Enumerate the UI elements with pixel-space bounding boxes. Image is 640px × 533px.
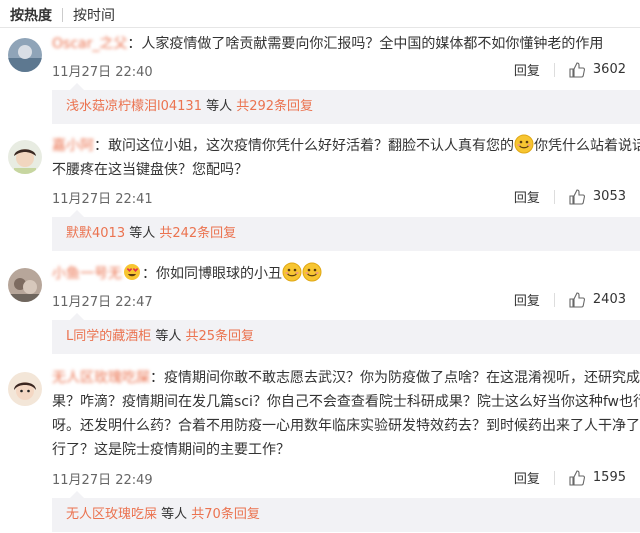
- comment-text-line: 不腰疼在这当键盘侠？您配吗？: [52, 162, 248, 178]
- thumb-up-icon[interactable]: [569, 188, 585, 205]
- action-divider: [553, 189, 555, 204]
- replies-box[interactable]: 浅水菇凉柠檬泪l04131 等人 共292条回复: [52, 83, 640, 124]
- replies-box[interactable]: 默默4013 等人 共242条回复: [52, 210, 640, 251]
- reply-button[interactable]: 回复: [514, 290, 540, 309]
- comment-text-line: 果？咋滴？疫情期间在发几篇sci？你自己不会查查看院士科研成果？院士这么好当你这…: [52, 394, 640, 410]
- thumb-up-icon[interactable]: [569, 61, 585, 78]
- comment-text: 无人区玫瑰吃屎：疫情期间你敢不敢志愿去武汉？你为防疫做了点啥？在这混淆视听，还研…: [52, 370, 640, 386]
- tab-hot[interactable]: 按热度: [10, 5, 52, 25]
- reply-user-link[interactable]: L同学的藏酒柜: [66, 329, 151, 344]
- tabs-divider: [0, 27, 640, 28]
- reply-user-link[interactable]: 无人区玫瑰吃屎: [66, 507, 157, 522]
- smiley-emoji-icon: [514, 134, 534, 154]
- timestamp: 11月27日 22:47: [52, 295, 153, 310]
- thumb-up-icon[interactable]: [569, 469, 585, 486]
- like-count: 3602: [592, 62, 626, 77]
- replies-count-link[interactable]: 共242条回复: [159, 226, 236, 241]
- timestamp: 11月27日 22:49: [52, 473, 153, 488]
- avatar[interactable]: [8, 140, 42, 174]
- comment-actions: 回复 2403: [514, 290, 626, 309]
- avatar-image: [8, 372, 42, 406]
- username[interactable]: 小鱼一号无: [52, 266, 122, 282]
- timestamp: 11月27日 22:40: [52, 65, 153, 80]
- comment-actions: 回复 1595: [514, 468, 626, 487]
- thumb-up-icon[interactable]: [569, 291, 585, 308]
- avatar-image: [8, 268, 42, 302]
- like-count: 2403: [592, 292, 626, 307]
- reply-button[interactable]: 回复: [514, 187, 540, 206]
- avatar-image: [8, 38, 42, 72]
- avatar[interactable]: [8, 38, 42, 72]
- smiley-emoji-icon: [282, 262, 302, 282]
- heart-eyes-emoji-icon: [124, 264, 140, 280]
- action-divider: [553, 292, 555, 307]
- reply-button[interactable]: 回复: [514, 60, 540, 79]
- action-divider: [553, 62, 555, 77]
- tab-time[interactable]: 按时间: [73, 5, 115, 25]
- action-divider: [553, 470, 555, 485]
- comment-text-line: 行了？这是院士疫情期间的主要工作？: [52, 442, 290, 458]
- replies-count-link[interactable]: 共70条回复: [191, 507, 260, 522]
- timestamp: 11月27日 22:41: [52, 192, 153, 207]
- avatar[interactable]: [8, 372, 42, 406]
- comment-text: 嘉小阿：敢问这位小姐，这次疫情你凭什么好好活着？翻脸不认人真有您的 你凭什么站着说…: [52, 134, 640, 158]
- replies-count-link[interactable]: 共292条回复: [236, 99, 313, 114]
- username[interactable]: 无人区玫瑰吃屎: [52, 370, 150, 386]
- comment-text-line: 呀。还发明什么药？合着不用防疫一心用数年临床实验研发特效药去？到时候药出来了人干…: [52, 418, 640, 434]
- like-count: 1595: [592, 470, 626, 485]
- like-count: 3053: [592, 189, 626, 204]
- username[interactable]: 嘉小阿: [52, 138, 94, 154]
- comment-text: Oscar_之父：人家疫情做了啥贡献需要向你汇报吗？全中国的媒体都不如你懂钟老的…: [52, 36, 604, 52]
- comment-text: 小鱼一号无 ：你如同博眼球的小丑: [52, 262, 626, 286]
- comment-actions: 回复 3602: [514, 60, 626, 79]
- smiley-emoji-icon: [302, 262, 322, 282]
- replies-box[interactable]: L同学的藏酒柜 等人 共25条回复: [52, 313, 640, 354]
- replies-count-link[interactable]: 共25条回复: [186, 329, 255, 344]
- comment-actions: 回复 3053: [514, 187, 626, 206]
- tab-divider: [62, 8, 63, 22]
- reply-user-link[interactable]: 默默4013: [66, 226, 125, 241]
- replies-box[interactable]: 无人区玫瑰吃屎 等人 共70条回复: [52, 491, 640, 532]
- username[interactable]: Oscar_之父: [52, 36, 127, 52]
- avatar-image: [8, 140, 42, 174]
- reply-button[interactable]: 回复: [514, 468, 540, 487]
- reply-user-link[interactable]: 浅水菇凉柠檬泪l04131: [66, 99, 202, 114]
- sort-tabs: 按热度 按时间: [10, 5, 115, 25]
- avatar[interactable]: [8, 268, 42, 302]
